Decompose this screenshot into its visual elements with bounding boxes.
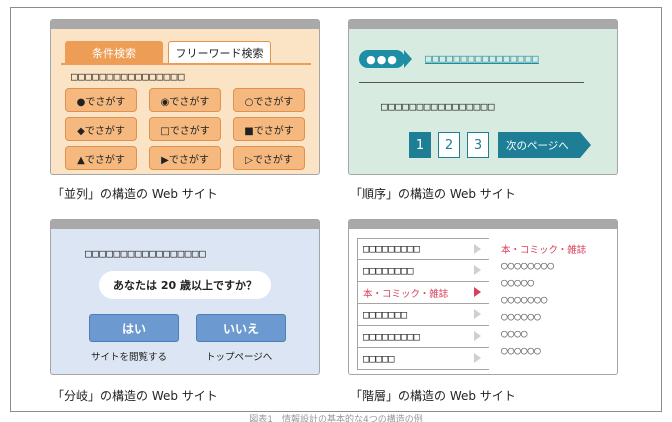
no-description: トップページへ bbox=[206, 352, 273, 363]
caption-parallel: 「並列」の構造の Web サイト bbox=[52, 187, 218, 201]
placeholder-title: □□□□□□□□□□□□□□□□ bbox=[71, 70, 185, 83]
submenu-item[interactable]: ○○○○○○○ bbox=[501, 293, 547, 306]
chevron-right-icon bbox=[474, 331, 481, 341]
menu-item-label: □□□□□□□□ bbox=[363, 264, 414, 277]
option-button[interactable]: ▶でさがす bbox=[149, 146, 221, 170]
hierarchy-structure-mockup: □□□□□□□□□ □□□□□□□□ 本・コミック・雑誌 □□□□□□□ □□□… bbox=[348, 219, 618, 375]
chevron-right-icon bbox=[474, 353, 481, 363]
menu-item-label: □□□□□□□ bbox=[363, 308, 408, 321]
pill-arrow-icon bbox=[404, 50, 412, 68]
submenu-title: 本・コミック・雑誌 bbox=[501, 245, 587, 256]
option-button[interactable]: ■でさがす bbox=[233, 117, 305, 141]
menu-item[interactable]: □□□□□□□ bbox=[357, 304, 489, 326]
header-link[interactable]: □□□□□□□□□□□□□□□□ bbox=[425, 52, 539, 65]
sequence-structure-mockup: ●●● □□□□□□□□□□□□□□□□ □□□□□□□□□□□□□□□□ 1 … bbox=[348, 19, 618, 175]
yes-button[interactable]: はい bbox=[89, 314, 179, 342]
menu-item-label: □□□□□ bbox=[363, 352, 395, 365]
page-2-button[interactable]: 2 bbox=[438, 132, 460, 158]
browser-bar bbox=[349, 20, 617, 29]
option-button[interactable]: ▷でさがす bbox=[233, 146, 305, 170]
menu-item-label: 本・コミック・雑誌 bbox=[363, 288, 449, 300]
option-button[interactable]: ○でさがす bbox=[233, 88, 305, 112]
next-page-button[interactable]: 次のページへ bbox=[498, 132, 580, 158]
page-1-button[interactable]: 1 bbox=[409, 132, 431, 158]
menu-item-label: □□□□□□□□□ bbox=[363, 243, 420, 255]
age-question: あなたは 20 歳以上ですか？ bbox=[99, 271, 271, 299]
menu-item[interactable]: □□□□□□□□□ bbox=[357, 326, 489, 348]
page-3-button[interactable]: 3 bbox=[467, 132, 489, 158]
chevron-right-icon bbox=[474, 309, 481, 319]
menu-border bbox=[357, 238, 358, 370]
divider bbox=[359, 82, 584, 83]
option-button[interactable]: □でさがす bbox=[149, 117, 221, 141]
no-button[interactable]: いいえ bbox=[196, 314, 286, 342]
menu-item-label: □□□□□□□□□ bbox=[363, 330, 420, 343]
menu-item[interactable]: □□□□□ bbox=[357, 348, 489, 370]
browser-bar bbox=[51, 220, 319, 229]
submenu-item[interactable]: ○○○○○○ bbox=[501, 310, 541, 323]
browser-bar bbox=[349, 220, 617, 229]
tab-freeword-search[interactable]: フリーワード検索 bbox=[168, 41, 271, 64]
submenu-item[interactable]: ○○○○ bbox=[501, 327, 528, 340]
yes-description: サイトを閲覧する bbox=[91, 352, 168, 363]
next-arrow-icon bbox=[580, 132, 591, 158]
chevron-right-icon bbox=[474, 244, 481, 254]
option-button[interactable]: ◉でさがす bbox=[149, 88, 221, 112]
menu-item-books[interactable]: 本・コミック・雑誌 bbox=[357, 282, 489, 304]
submenu-item[interactable]: ○○○○○○○○ bbox=[501, 259, 554, 272]
tab-condition-search[interactable]: 条件検索 bbox=[65, 41, 163, 64]
chevron-right-icon bbox=[474, 265, 481, 275]
caption-hierarchy: 「階層」の構造の Web サイト bbox=[350, 389, 516, 403]
option-button[interactable]: ▲でさがす bbox=[65, 146, 137, 170]
dots-pill-icon: ●●● bbox=[359, 50, 405, 68]
caption-branch: 「分岐」の構造の Web サイト bbox=[52, 389, 218, 403]
parallel-structure-mockup: 条件検索 フリーワード検索 □□□□□□□□□□□□□□□□ ●でさがす ◉でさ… bbox=[50, 19, 320, 175]
chevron-right-icon bbox=[474, 287, 481, 297]
option-button[interactable]: ●でさがす bbox=[65, 88, 137, 112]
branch-structure-mockup: □□□□□□□□□□□□□□□□□ あなたは 20 歳以上ですか？ はい いいえ… bbox=[50, 219, 320, 375]
submenu-item[interactable]: ○○○○○ bbox=[501, 276, 534, 289]
menu-item[interactable]: □□□□□□□□ bbox=[357, 260, 489, 282]
figure-caption: 図表1 情報設計の基本的な4つの構造の例 bbox=[249, 415, 423, 422]
tab-underline bbox=[61, 63, 311, 65]
menu-item[interactable]: □□□□□□□□□ bbox=[357, 238, 489, 260]
placeholder-title: □□□□□□□□□□□□□□□□□ bbox=[85, 247, 207, 260]
caption-sequence: 「順序」の構造の Web サイト bbox=[350, 187, 516, 201]
browser-bar bbox=[51, 20, 319, 29]
placeholder-text: □□□□□□□□□□□□□□□□ bbox=[381, 100, 495, 113]
option-button[interactable]: ◆でさがす bbox=[65, 117, 137, 141]
submenu-item[interactable]: ○○○○○○ bbox=[501, 344, 541, 357]
